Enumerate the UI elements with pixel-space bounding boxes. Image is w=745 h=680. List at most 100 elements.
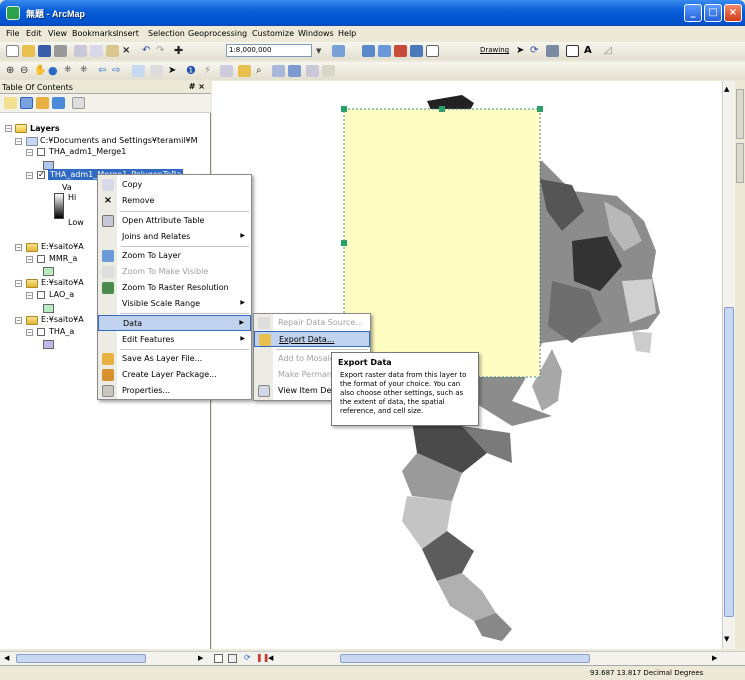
fixed-zoom-out-icon[interactable]: ⁜ <box>80 65 93 77</box>
data-view-icon[interactable] <box>228 654 237 663</box>
back-extent-icon[interactable]: ⇦ <box>98 65 111 77</box>
rotate-icon[interactable]: ⟳ <box>530 45 543 57</box>
time-slider-icon[interactable] <box>306 65 319 77</box>
menu-item-zoom-raster-resolution[interactable]: Zoom To Raster Resolution <box>98 280 251 296</box>
layer3-checkbox[interactable] <box>37 291 45 299</box>
toc-scroll-right-icon[interactable]: ▶ <box>198 654 203 662</box>
list-by-drawing-order-icon[interactable] <box>4 97 17 109</box>
menu-item-open-attribute-table[interactable]: Open Attribute Table <box>98 213 251 229</box>
expand-folder4-icon[interactable]: − <box>15 317 22 324</box>
print-icon[interactable] <box>54 45 67 57</box>
menu-item-data[interactable]: Data ▶ <box>98 315 251 331</box>
editor-icon[interactable] <box>332 45 345 57</box>
data-frame-extent[interactable] <box>343 108 541 378</box>
list-by-visibility-icon[interactable] <box>36 97 49 109</box>
map-scroll-left-icon[interactable]: ◀ <box>268 654 273 662</box>
frame-handle-w[interactable] <box>341 240 347 246</box>
catalog-icon[interactable] <box>378 45 391 57</box>
menu-geoprocessing[interactable]: Geoprocessing <box>188 29 247 38</box>
frame-handle-n[interactable] <box>439 106 445 112</box>
map-horizontal-thumb[interactable] <box>340 654 590 663</box>
menu-bookmarks[interactable]: Bookmarks <box>72 29 117 38</box>
scroll-down-icon[interactable]: ▼ <box>724 635 729 643</box>
menu-item-zoom-to-make-visible[interactable]: Zoom To Make Visible <box>98 264 251 280</box>
restore-button[interactable]: □ <box>704 4 722 22</box>
frame-handle-ne[interactable] <box>537 106 543 112</box>
menu-windows[interactable]: Windows <box>298 29 334 38</box>
clear-selection-icon[interactable] <box>150 65 163 77</box>
folder4-label[interactable]: E:¥saito¥A <box>41 315 84 324</box>
list-by-selection-icon[interactable] <box>52 97 65 109</box>
find-icon[interactable]: ⌕ <box>256 65 269 77</box>
toc-pin-close[interactable]: # × <box>189 82 205 91</box>
layer1-label[interactable]: THA_adm1_Merge1 <box>49 147 126 156</box>
select-elements-icon[interactable]: ➤ <box>516 45 529 57</box>
expand-layers-icon[interactable]: − <box>5 125 12 132</box>
layer2-label[interactable]: MMR_a <box>49 254 77 263</box>
select-arrow-icon[interactable]: ➤ <box>168 65 181 77</box>
text-icon[interactable]: A <box>584 45 597 57</box>
minimize-button[interactable]: _ <box>684 4 702 22</box>
layer4-checkbox[interactable] <box>37 328 45 336</box>
vertical-scroll-thumb[interactable] <box>724 307 734 617</box>
menu-customize[interactable]: Customize <box>252 29 294 38</box>
paste-icon[interactable] <box>106 45 119 57</box>
zoom-in-icon[interactable]: ⊕ <box>6 65 19 77</box>
menu-help[interactable]: Help <box>338 29 356 38</box>
scale-combo[interactable]: 1:8,000,000 <box>226 44 312 57</box>
menu-insert[interactable]: Insert <box>116 29 139 38</box>
layer3-label[interactable]: LAO_a <box>49 290 74 299</box>
menu-item-zoom-to-layer[interactable]: Zoom To Layer <box>98 248 251 264</box>
options-icon[interactable] <box>72 97 85 109</box>
marker-icon[interactable]: ◿ <box>604 45 617 57</box>
layer1-checkbox[interactable] <box>37 148 45 156</box>
table-icon[interactable] <box>362 45 375 57</box>
html-popup-icon[interactable] <box>220 65 233 77</box>
list-by-source-icon[interactable] <box>20 97 33 109</box>
save-icon[interactable] <box>38 45 51 57</box>
layer4-label[interactable]: THA_a <box>49 327 74 336</box>
identify-icon[interactable]: ❶ <box>186 65 199 77</box>
cut-icon[interactable] <box>74 45 87 57</box>
expand-selected-layer-icon[interactable]: − <box>26 172 33 179</box>
close-button[interactable]: × <box>724 4 742 22</box>
menu-item-edit-features[interactable]: Edit Features ▶ <box>98 332 251 348</box>
rectangle-icon[interactable] <box>566 45 579 57</box>
frame-handle-nw[interactable] <box>341 106 347 112</box>
menu-item-export-data[interactable]: Export Data... <box>254 331 370 347</box>
layer2-checkbox[interactable] <box>37 255 45 263</box>
expand-folder1-icon[interactable]: − <box>15 138 22 145</box>
zoom-out-icon[interactable]: ⊖ <box>20 65 33 77</box>
expand-folder3-icon[interactable]: − <box>15 280 22 287</box>
menu-item-joins-relates[interactable]: Joins and Relates ▶ <box>98 229 251 245</box>
drawing-menu[interactable]: Drawing <box>480 46 509 54</box>
menu-item-properties[interactable]: Properties... <box>98 383 251 399</box>
model-builder-icon[interactable] <box>426 45 439 57</box>
menu-edit[interactable]: Edit <box>26 29 42 38</box>
expand-folder2-icon[interactable]: − <box>15 244 22 251</box>
search-dock-tab[interactable] <box>736 143 744 183</box>
find-route-icon[interactable] <box>272 65 285 77</box>
selected-layer-checkbox[interactable]: ✓ <box>37 171 45 179</box>
folder2-label[interactable]: E:¥saito¥A <box>41 242 84 251</box>
layout-view-icon[interactable] <box>214 654 223 663</box>
menu-item-copy[interactable]: Copy <box>98 177 251 193</box>
map-scroll-right-icon[interactable]: ▶ <box>712 654 717 662</box>
forward-extent-icon[interactable]: ⇨ <box>112 65 125 77</box>
toc-scroll-left-icon[interactable]: ◀ <box>4 654 9 662</box>
open-icon[interactable] <box>22 45 35 57</box>
refresh-icon[interactable]: ⟳ <box>244 653 251 662</box>
toc-horizontal-thumb[interactable] <box>16 654 146 663</box>
menu-item-create-layer-package[interactable]: Create Layer Package... <box>98 367 251 383</box>
arctoolbox-icon[interactable] <box>394 45 407 57</box>
pan-icon[interactable]: ✋ <box>34 65 47 77</box>
scroll-up-icon[interactable]: ▲ <box>724 85 729 93</box>
folder1-label[interactable]: C:¥Documents and Settings¥teramil¥M <box>40 136 198 145</box>
full-extent-icon[interactable]: ● <box>48 65 61 77</box>
select-features-icon[interactable] <box>132 65 145 77</box>
menu-item-save-as-layer-file[interactable]: Save As Layer File... <box>98 351 251 367</box>
menu-item-remove[interactable]: × Remove <box>98 193 251 209</box>
python-icon[interactable] <box>410 45 423 57</box>
menu-view[interactable]: View <box>48 29 67 38</box>
zoom-whole-page-icon[interactable] <box>546 45 559 57</box>
